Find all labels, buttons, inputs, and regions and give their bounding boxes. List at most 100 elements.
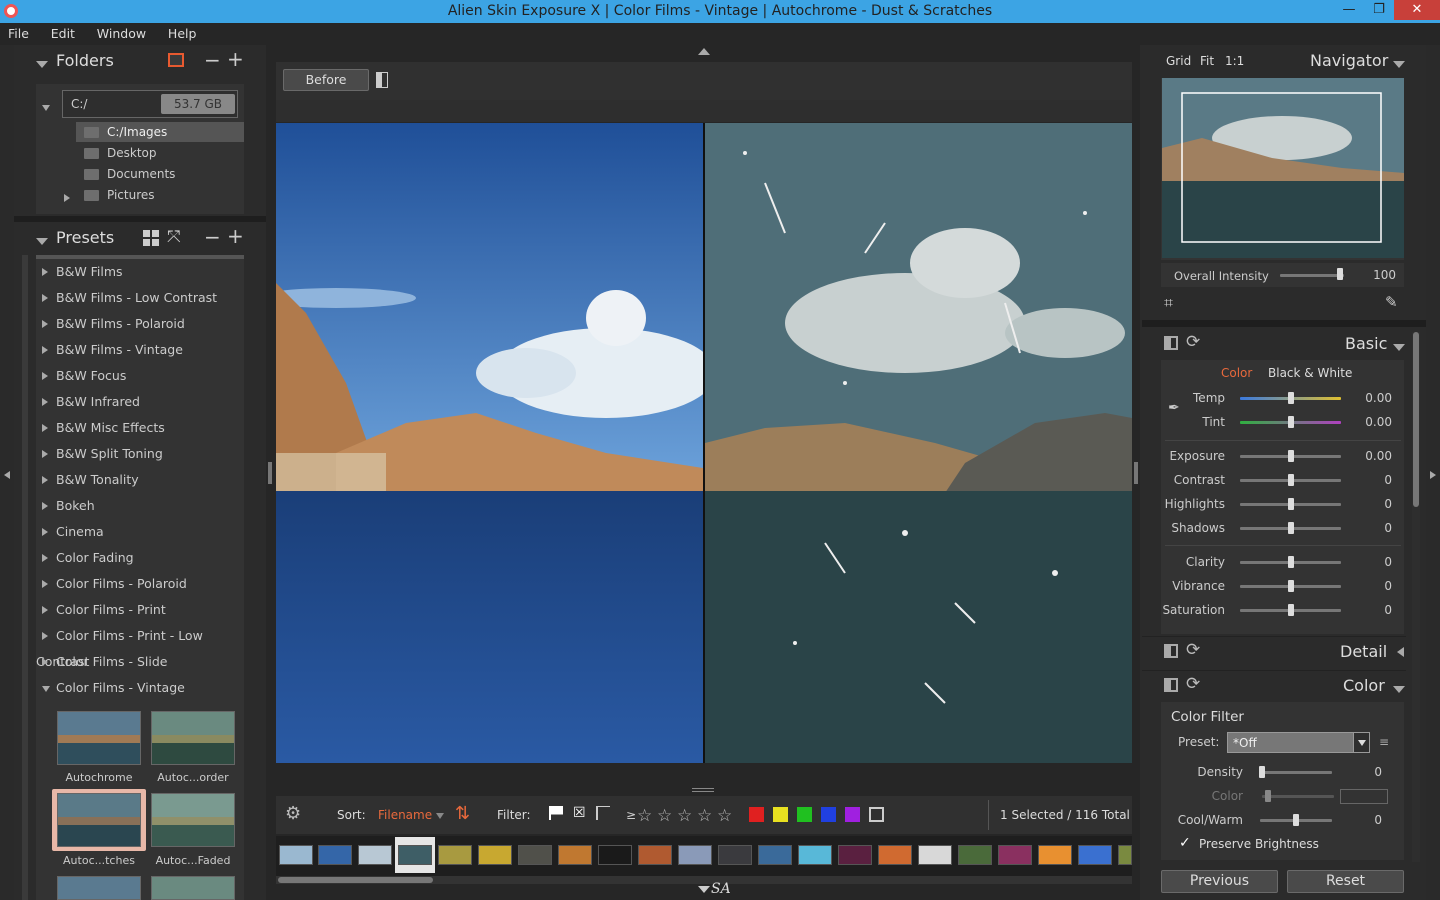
nav-fit-button[interactable]: Fit bbox=[1200, 54, 1214, 68]
filmstrip-thumb[interactable] bbox=[998, 845, 1032, 865]
preset-item[interactable]: Color Films - Print bbox=[36, 597, 244, 623]
after-image[interactable] bbox=[705, 123, 1132, 763]
preset-thumb-border[interactable] bbox=[151, 711, 235, 765]
restore-icon[interactable]: ❐ bbox=[1364, 0, 1394, 20]
highlights-slider-knob[interactable] bbox=[1287, 498, 1294, 510]
color-reset-icon[interactable]: ⟳ bbox=[1186, 674, 1200, 694]
exposure-slider-knob[interactable] bbox=[1287, 450, 1294, 462]
intensity-slider-knob[interactable] bbox=[1337, 268, 1343, 280]
star-icon[interactable]: ☆ bbox=[697, 806, 712, 826]
temp-slider-knob[interactable] bbox=[1287, 392, 1294, 404]
folder-item-images[interactable]: C:/Images bbox=[76, 122, 244, 142]
before-image[interactable] bbox=[276, 123, 703, 763]
panel-splitter[interactable] bbox=[14, 216, 266, 222]
preset-item[interactable]: B&W Films - Vintage bbox=[36, 337, 244, 363]
close-icon[interactable]: ✕ bbox=[1394, 0, 1440, 20]
filmstrip-scrollbar[interactable] bbox=[276, 876, 1132, 884]
color-collapse-icon[interactable] bbox=[1393, 682, 1405, 696]
crop-icon[interactable]: ⌗ bbox=[1164, 293, 1173, 313]
sort-direction-icon[interactable]: ⇅ bbox=[455, 803, 470, 824]
filmstrip-thumb[interactable] bbox=[518, 845, 552, 865]
nav-grid-button[interactable]: Grid bbox=[1166, 54, 1191, 68]
flag-reject-icon[interactable]: ☒ bbox=[573, 805, 586, 821]
preset-thumb-scratches[interactable] bbox=[57, 793, 141, 847]
contrast-slider-knob[interactable] bbox=[1287, 474, 1294, 486]
preserve-brightness-checkbox[interactable]: ✓ bbox=[1179, 835, 1191, 851]
folder-add-icon[interactable] bbox=[168, 53, 184, 67]
coolwarm-slider-knob[interactable] bbox=[1293, 814, 1299, 826]
presets-plus-icon[interactable]: + bbox=[227, 224, 244, 248]
clarity-slider-knob[interactable] bbox=[1287, 556, 1294, 568]
filmstrip-thumb[interactable] bbox=[678, 845, 712, 865]
flag-pick-icon[interactable] bbox=[549, 806, 563, 820]
pictures-expand-icon[interactable] bbox=[64, 191, 70, 205]
preset-item[interactable]: Color Films - Polaroid bbox=[36, 571, 244, 597]
filmstrip-thumb[interactable] bbox=[358, 845, 392, 865]
filmstrip-thumb[interactable] bbox=[1078, 845, 1112, 865]
collapse-right-icon[interactable] bbox=[1430, 468, 1436, 482]
grid-view-icon[interactable] bbox=[143, 230, 159, 246]
drive-item[interactable]: C:/ 53.7 GB bbox=[62, 90, 238, 118]
filmstrip-thumb[interactable] bbox=[718, 845, 752, 865]
star-icon[interactable]: ☆ bbox=[677, 806, 692, 826]
filmstrip-thumb[interactable] bbox=[398, 845, 432, 865]
navigator-preview[interactable] bbox=[1162, 78, 1404, 258]
presets-scrollbar[interactable] bbox=[22, 255, 28, 900]
filmstrip-thumb[interactable] bbox=[279, 845, 313, 865]
detail-toggle-icon[interactable] bbox=[1164, 644, 1178, 658]
menu-edit[interactable]: Edit bbox=[51, 26, 75, 41]
density-slider-knob[interactable] bbox=[1259, 766, 1265, 778]
preset-item[interactable]: B&W Focus bbox=[36, 363, 244, 389]
panel-splitter[interactable] bbox=[1142, 320, 1426, 327]
filmstrip-thumb[interactable] bbox=[558, 845, 592, 865]
preset-thumb-autochrome[interactable] bbox=[57, 711, 141, 765]
split-view-icon[interactable] bbox=[376, 72, 388, 88]
detail-expand-icon[interactable] bbox=[1397, 647, 1404, 657]
flag-unflagged-icon[interactable] bbox=[596, 806, 610, 820]
shadows-slider-knob[interactable] bbox=[1287, 522, 1294, 534]
collapse-all-icon[interactable]: ⤧ bbox=[167, 227, 181, 247]
preset-menu-icon[interactable]: ≡ bbox=[1379, 735, 1389, 749]
preset-thumb-faded[interactable] bbox=[151, 793, 235, 847]
presets-collapse-icon[interactable] bbox=[36, 234, 48, 248]
filmstrip-thumb[interactable] bbox=[838, 845, 872, 865]
right-scroll-thumb[interactable] bbox=[1413, 332, 1419, 507]
reset-button[interactable]: Reset bbox=[1287, 870, 1404, 893]
collapse-left-icon[interactable] bbox=[4, 468, 10, 482]
color-label-yellow[interactable] bbox=[773, 807, 788, 822]
filmstrip-resize-handle[interactable] bbox=[692, 788, 714, 792]
detail-reset-icon[interactable]: ⟳ bbox=[1186, 640, 1200, 660]
basic-toggle-icon[interactable] bbox=[1164, 336, 1178, 350]
mode-bw-tab[interactable]: Black & White bbox=[1268, 366, 1352, 380]
preset-item[interactable]: Cinema bbox=[36, 519, 244, 545]
filmstrip-thumb[interactable] bbox=[958, 845, 992, 865]
filter-color-slider-knob[interactable] bbox=[1265, 790, 1271, 802]
right-resize-handle[interactable] bbox=[1134, 462, 1138, 484]
filmstrip-thumb[interactable] bbox=[798, 845, 832, 865]
mode-color-tab[interactable]: Color bbox=[1221, 366, 1252, 380]
filmstrip-thumb[interactable] bbox=[438, 845, 472, 865]
color-label-blue[interactable] bbox=[821, 807, 836, 822]
filmstrip-thumb[interactable] bbox=[1038, 845, 1072, 865]
collapse-top-icon[interactable] bbox=[698, 48, 710, 55]
filmstrip-thumb[interactable] bbox=[1118, 845, 1132, 865]
filmstrip-thumb[interactable] bbox=[638, 845, 672, 865]
color-label-purple[interactable] bbox=[845, 807, 860, 822]
filmstrip-thumb[interactable] bbox=[478, 845, 512, 865]
preset-item[interactable]: B&W Infrared bbox=[36, 389, 244, 415]
collapse-bottom-icon[interactable] bbox=[698, 886, 710, 893]
preset-item[interactable]: B&W Split Toning bbox=[36, 441, 244, 467]
basic-reset-icon[interactable]: ⟳ bbox=[1186, 332, 1200, 352]
saturation-slider-knob[interactable] bbox=[1287, 604, 1294, 616]
gear-icon[interactable]: ⚙ bbox=[285, 803, 301, 824]
filter-color-slider[interactable] bbox=[1262, 795, 1334, 798]
filter-color-swatch[interactable] bbox=[1340, 789, 1388, 804]
folders-collapse-icon[interactable] bbox=[36, 57, 48, 71]
preset-item[interactable]: Bokeh bbox=[36, 493, 244, 519]
color-toggle-icon[interactable] bbox=[1164, 678, 1178, 692]
color-label-none[interactable] bbox=[869, 807, 884, 822]
filmstrip-thumb[interactable] bbox=[878, 845, 912, 865]
tint-slider-knob[interactable] bbox=[1287, 416, 1294, 428]
basic-collapse-icon[interactable] bbox=[1393, 340, 1405, 354]
color-preset-dropdown[interactable]: *Off bbox=[1227, 732, 1370, 753]
